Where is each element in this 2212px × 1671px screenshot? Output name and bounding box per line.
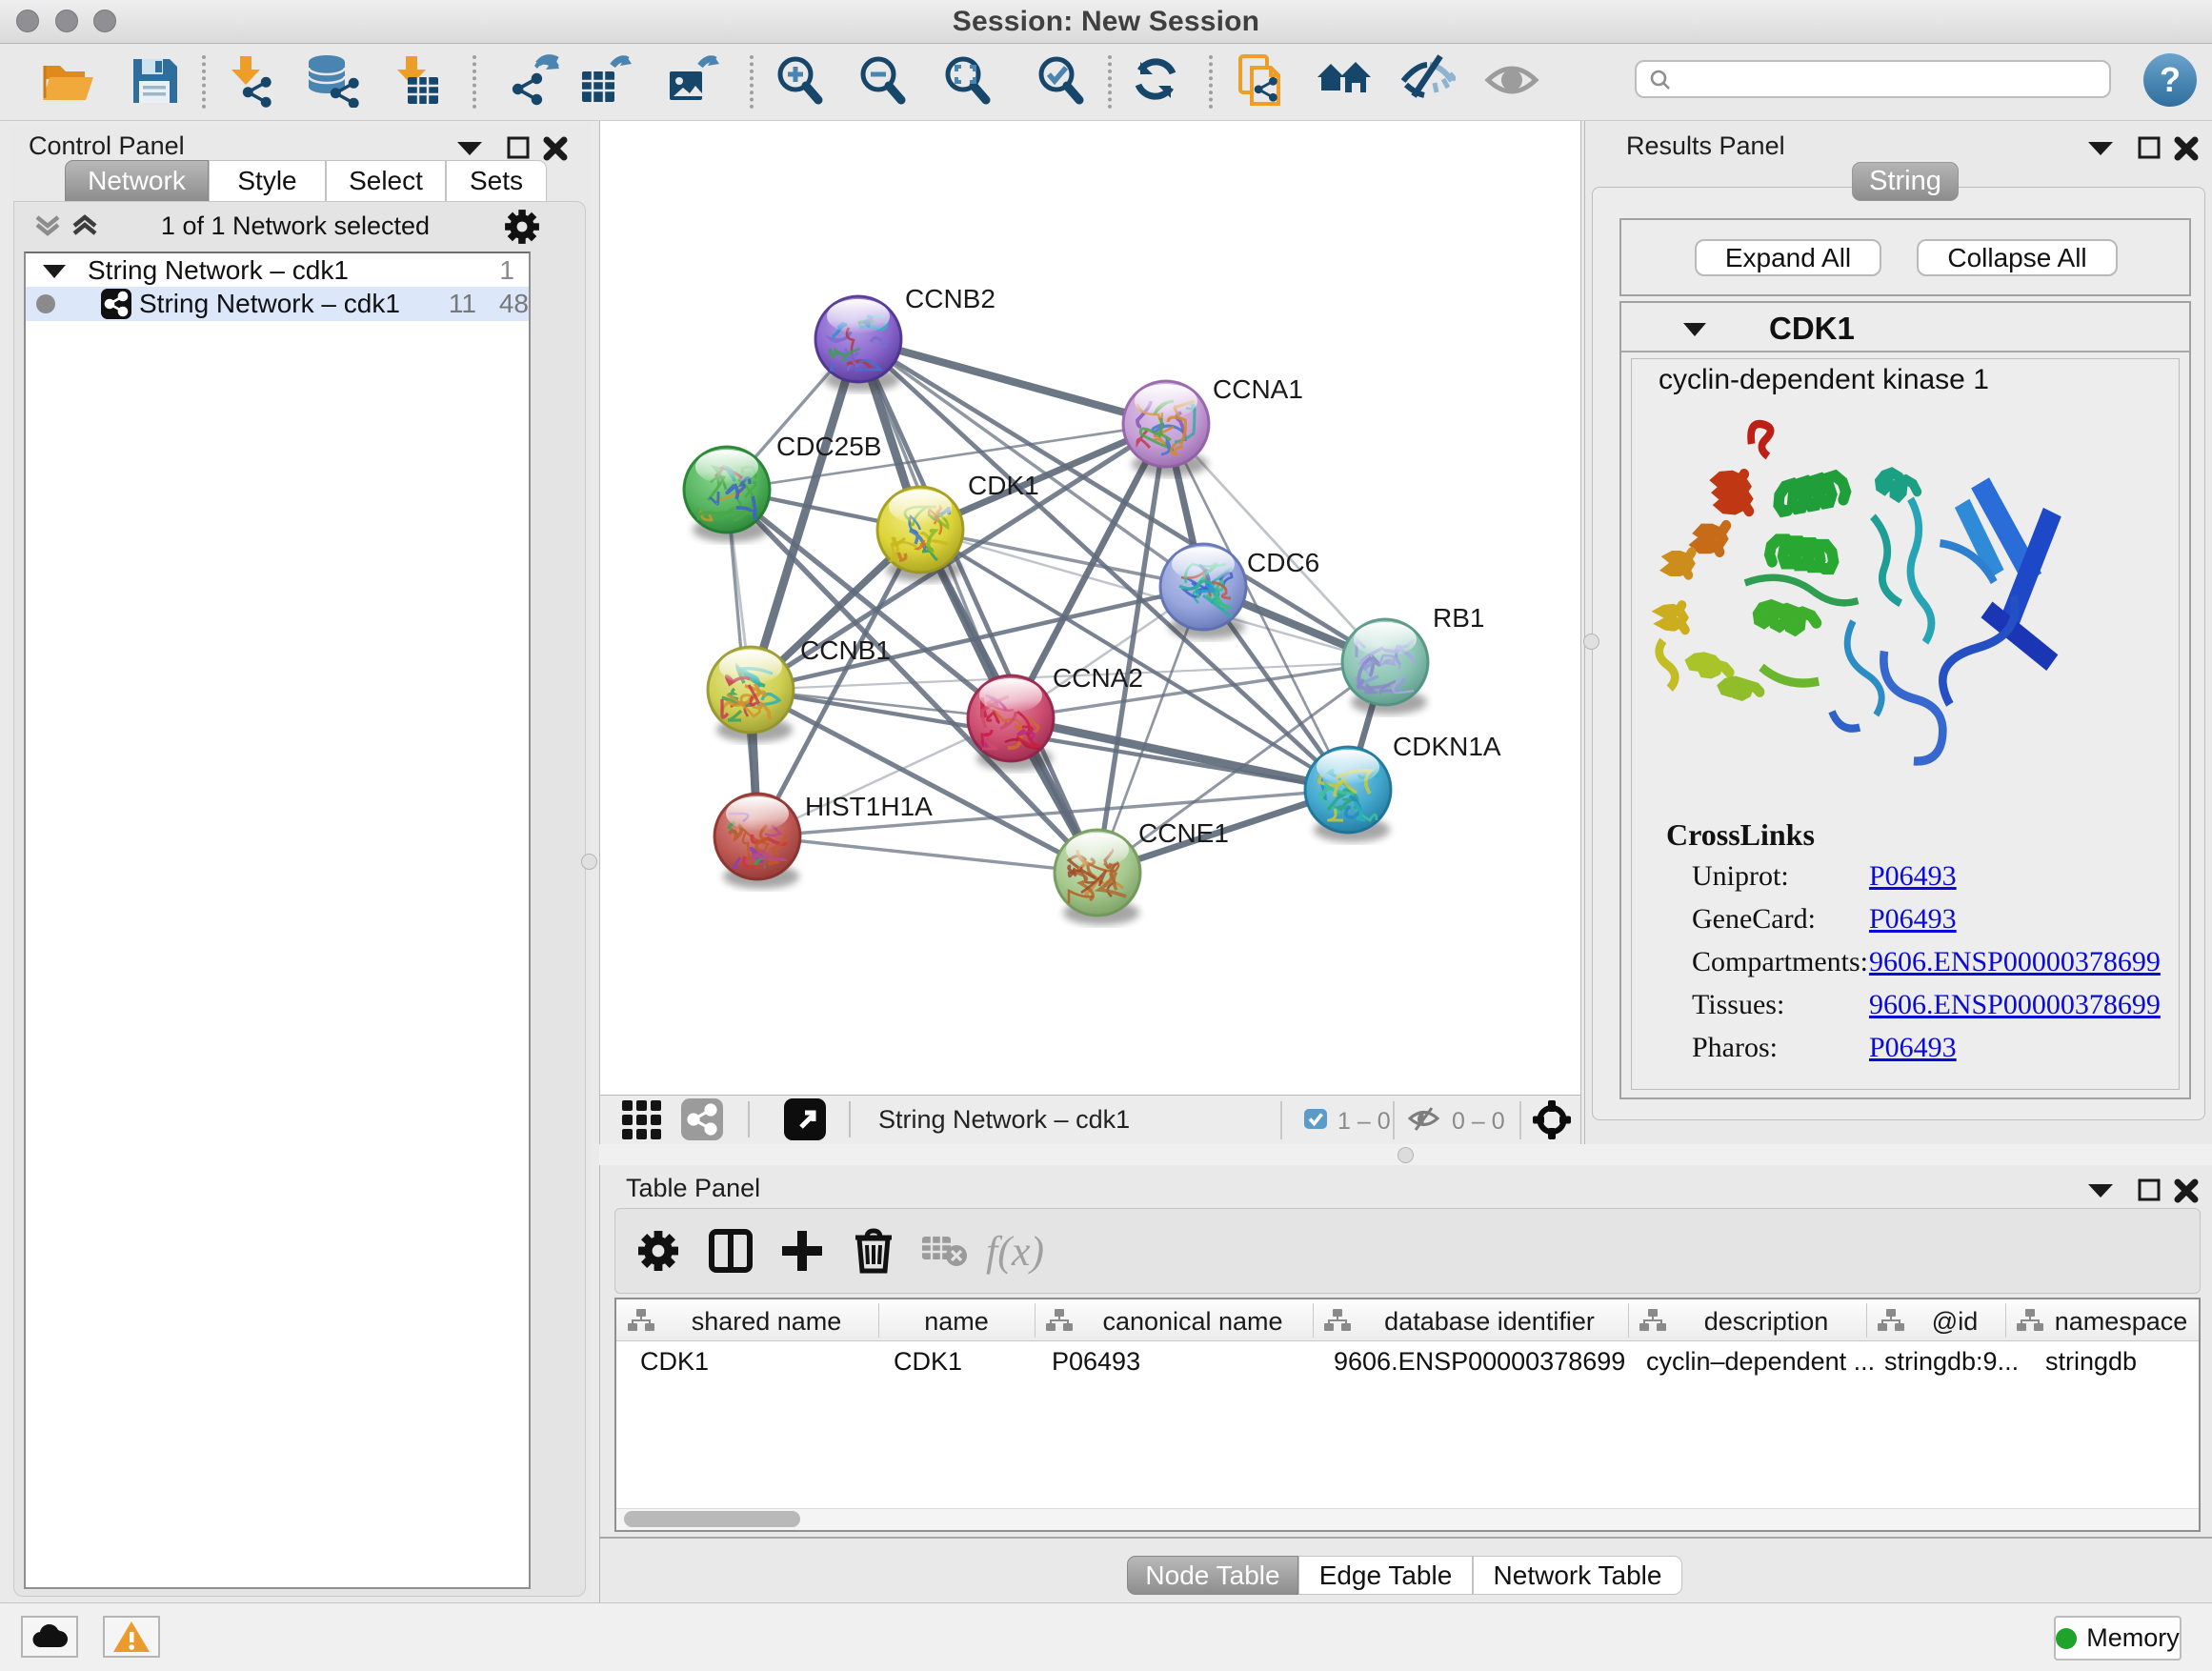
svg-text:RB1: RB1 — [1433, 603, 1484, 633]
svg-text:CDK1: CDK1 — [968, 471, 1039, 500]
svg-text:CCNA2: CCNA2 — [1053, 663, 1143, 693]
svg-text:CCNB2: CCNB2 — [905, 284, 995, 313]
svg-text:CCNB1: CCNB1 — [800, 635, 891, 665]
svg-text:CDKN1A: CDKN1A — [1393, 732, 1501, 761]
svg-text:CCNE1: CCNE1 — [1138, 818, 1229, 848]
svg-text:CCNA1: CCNA1 — [1213, 374, 1303, 404]
svg-text:CDC6: CDC6 — [1247, 548, 1319, 577]
svg-text:HIST1H1A: HIST1H1A — [805, 792, 933, 821]
svg-text:CDC25B: CDC25B — [776, 432, 881, 461]
